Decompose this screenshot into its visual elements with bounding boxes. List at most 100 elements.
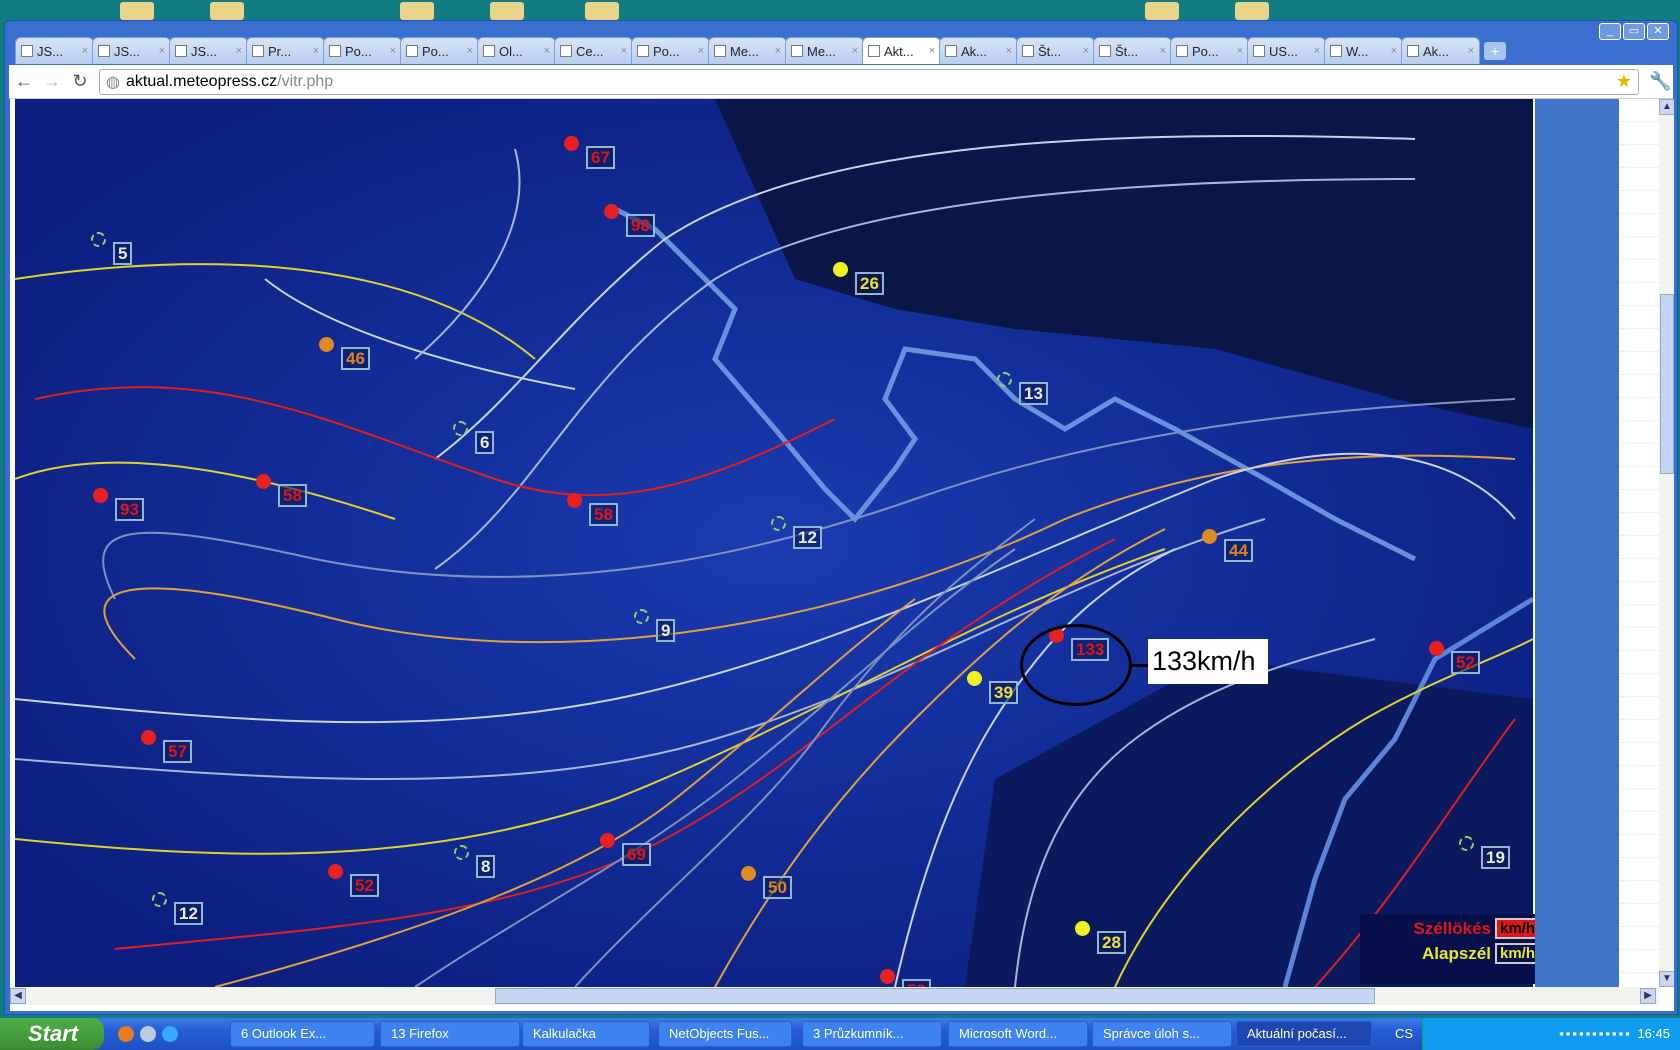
tab-label: Me... — [807, 43, 836, 59]
station-wind-label: 67 — [586, 146, 615, 169]
tab-close-icon[interactable]: × — [1237, 45, 1243, 57]
tab[interactable]: Po... × — [400, 37, 479, 64]
station-marker — [1459, 836, 1474, 851]
desktop-folder-icon[interactable] — [120, 2, 154, 20]
desktop-folder-icon[interactable] — [490, 2, 524, 20]
tab-close-icon[interactable]: × — [929, 45, 935, 57]
outlook-icon[interactable] — [140, 1026, 156, 1042]
tab[interactable]: Ak... × — [1401, 37, 1480, 64]
station-marker — [771, 516, 786, 531]
station-marker — [604, 204, 619, 219]
tab[interactable]: W... × — [1324, 37, 1403, 64]
station-marker — [1075, 921, 1090, 936]
firefox-icon[interactable] — [118, 1026, 134, 1042]
vertical-scroll-thumb[interactable] — [1660, 294, 1674, 474]
scroll-down-button[interactable]: ▼ — [1659, 971, 1674, 987]
side-panel — [1535, 99, 1619, 987]
tab[interactable]: Me... × — [708, 37, 787, 64]
tab-close-icon[interactable]: × — [313, 45, 319, 57]
close-window-button[interactable]: ✕ — [1647, 23, 1669, 40]
desktop-folder-icon[interactable] — [585, 2, 619, 20]
reload-icon[interactable]: ↻ — [71, 71, 89, 92]
tab[interactable]: JS... × — [92, 37, 171, 64]
station-wind-label: 58 — [589, 503, 618, 526]
page-content: 67 98 5 26 46 13 6 93 58 58 12 44 9 133 39 52 57 69 8 52 50 1… — [10, 99, 1674, 1011]
taskbar-item[interactable]: Aktuální počasí... — [1236, 1021, 1372, 1047]
tab-close-icon[interactable]: × — [775, 45, 781, 57]
tab[interactable]: Pr... × — [246, 37, 325, 64]
tab-close-icon[interactable]: × — [390, 45, 396, 57]
tab-label: US... — [1269, 43, 1298, 59]
scroll-up-button[interactable]: ▲ — [1659, 99, 1674, 115]
taskbar-item[interactable]: NetObjects Fus... — [658, 1021, 792, 1047]
taskbar-item[interactable]: 6 Outlook Ex... — [230, 1021, 375, 1047]
start-button[interactable]: Start — [0, 1018, 104, 1050]
tab[interactable]: Po... × — [1170, 37, 1249, 64]
new-tab-button[interactable]: + — [1484, 42, 1506, 60]
address-bar[interactable]: ◍ aktual.meteopress.cz/vitr.php ★ — [99, 68, 1639, 95]
taskbar-item[interactable]: Správce úloh s... — [1092, 1021, 1232, 1047]
tab[interactable]: JS... × — [169, 37, 248, 64]
tab-close-icon[interactable]: × — [544, 45, 550, 57]
station-wind-label: 46 — [341, 347, 370, 370]
tab[interactable]: Št... × — [1016, 37, 1095, 64]
station-wind-label: 26 — [855, 272, 884, 295]
side-strip — [1619, 99, 1659, 987]
taskbar-item[interactable]: 13 Firefox — [380, 1021, 520, 1047]
tab-close-icon[interactable]: × — [621, 45, 627, 57]
taskbar-item[interactable]: Microsoft Word... — [948, 1021, 1088, 1047]
legend-base-unit: km/h — [1494, 943, 1540, 964]
tab[interactable]: JS... × — [15, 37, 94, 64]
horizontal-scroll-thumb[interactable] — [495, 988, 1375, 1004]
tab-close-icon[interactable]: × — [82, 45, 88, 57]
forward-icon[interactable]: → — [43, 71, 61, 92]
wind-map: 67 98 5 26 46 13 6 93 58 58 12 44 9 133 39 52 57 69 8 52 50 1… — [15, 99, 1540, 1002]
browser-toolbar: ← → ↻ ◍ aktual.meteopress.cz/vitr.php ★ … — [9, 65, 1673, 99]
tab[interactable]: Ce... × — [554, 37, 633, 64]
tab-close-icon[interactable]: × — [1006, 45, 1012, 57]
tray-icons[interactable]: ▪▪▪▪▪▪▪▪▪▪▪ — [1559, 1026, 1637, 1041]
tab-close-icon[interactable]: × — [467, 45, 473, 57]
maximize-button[interactable]: ▭ — [1623, 23, 1645, 40]
ie-icon[interactable] — [162, 1026, 178, 1042]
favicon-icon — [483, 45, 495, 57]
tab[interactable]: Ol... × — [477, 37, 556, 64]
language-indicator[interactable]: CS — [1395, 1018, 1413, 1050]
station-marker — [91, 232, 106, 247]
tab[interactable]: Me... × — [785, 37, 864, 64]
tab[interactable]: Akt... × — [862, 37, 941, 64]
tab[interactable]: Ak... × — [939, 37, 1018, 64]
tab-label: Po... — [345, 43, 372, 59]
back-icon[interactable]: ← — [15, 71, 33, 92]
tab-close-icon[interactable]: × — [698, 45, 704, 57]
tab[interactable]: Št... × — [1093, 37, 1172, 64]
desktop-folder-icon[interactable] — [1235, 2, 1269, 20]
scroll-left-button[interactable]: ◀ — [10, 988, 26, 1004]
vertical-scrollbar[interactable]: ▲ ▼ — [1659, 99, 1674, 987]
tab-close-icon[interactable]: × — [1314, 45, 1320, 57]
tab-label: JS... — [37, 43, 64, 59]
favicon-icon — [868, 45, 880, 57]
tab[interactable]: Po... × — [323, 37, 402, 64]
tab-close-icon[interactable]: × — [236, 45, 242, 57]
tab-close-icon[interactable]: × — [1391, 45, 1397, 57]
taskbar-item[interactable]: Kalkulačka — [522, 1021, 650, 1047]
tab-label: Po... — [422, 43, 449, 59]
desktop-folder-icon[interactable] — [1145, 2, 1179, 20]
wrench-icon[interactable]: 🔧 — [1649, 71, 1671, 92]
desktop-folder-icon[interactable] — [210, 2, 244, 20]
minimize-button[interactable]: _ — [1599, 23, 1621, 40]
tab-close-icon[interactable]: × — [1083, 45, 1089, 57]
tab-close-icon[interactable]: × — [1468, 45, 1474, 57]
tab-close-icon[interactable]: × — [1160, 45, 1166, 57]
station-marker — [967, 671, 982, 686]
tab-close-icon[interactable]: × — [159, 45, 165, 57]
horizontal-scrollbar[interactable]: ◀ ▶ — [10, 987, 1659, 1005]
tab[interactable]: Po... × — [631, 37, 710, 64]
desktop-folder-icon[interactable] — [400, 2, 434, 20]
tab[interactable]: US... × — [1247, 37, 1326, 64]
star-icon[interactable]: ★ — [1616, 71, 1632, 92]
scroll-right-button[interactable]: ▶ — [1640, 988, 1656, 1004]
tab-close-icon[interactable]: × — [852, 45, 858, 57]
taskbar-item[interactable]: 3 Průzkumník... — [802, 1021, 942, 1047]
